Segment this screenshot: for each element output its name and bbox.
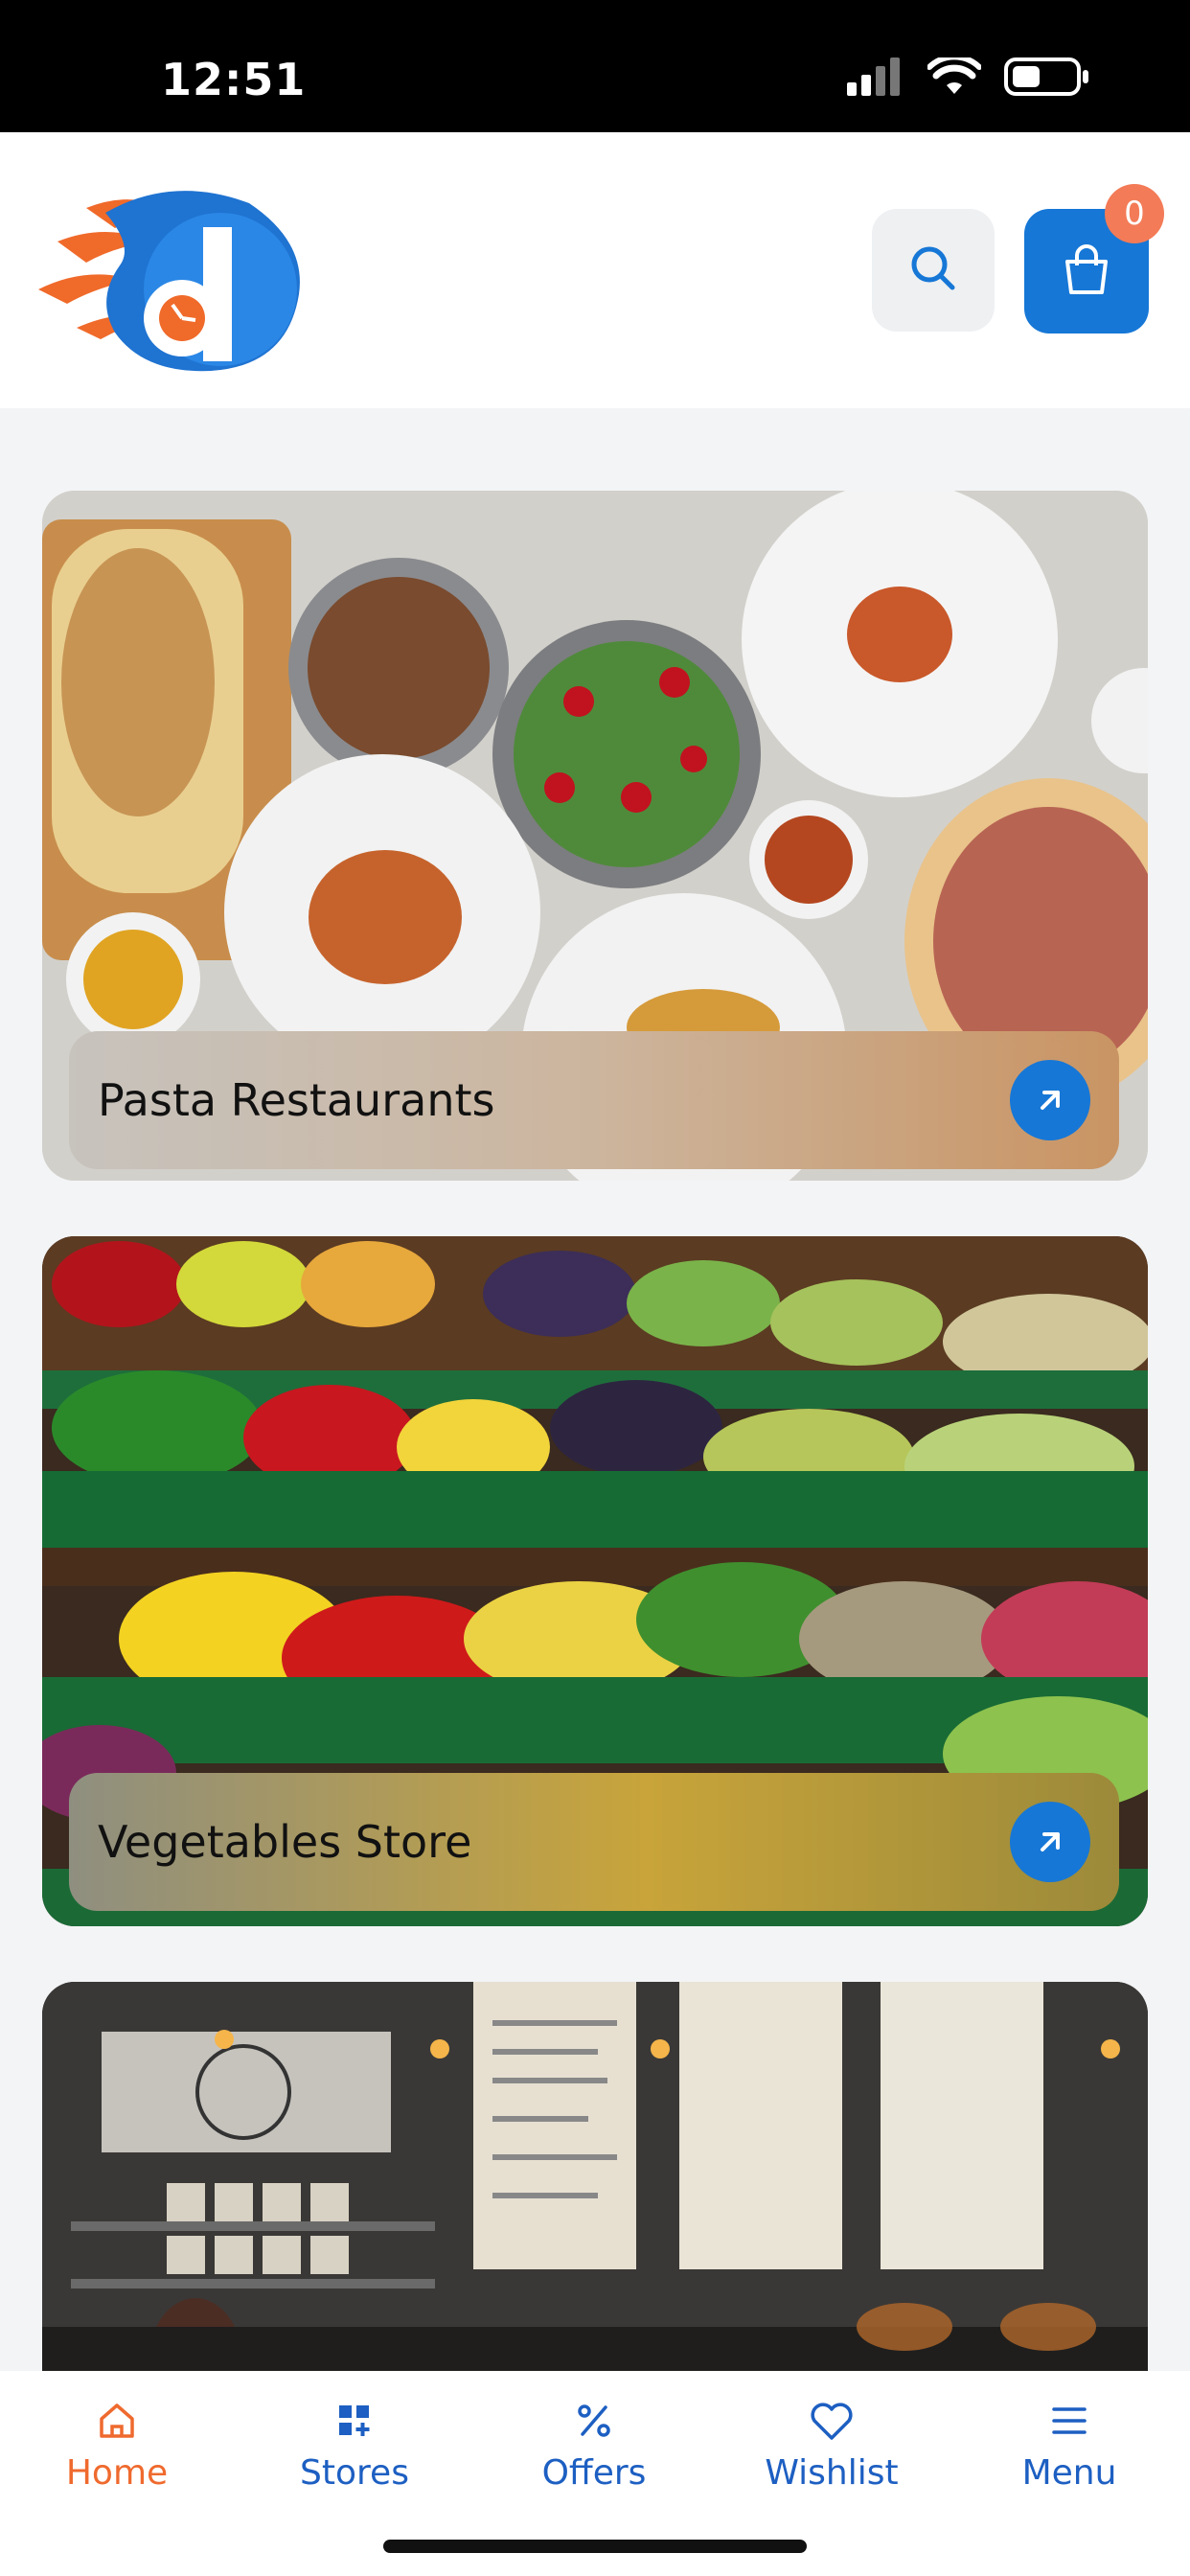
nav-item-home[interactable]: Home xyxy=(21,2400,213,2493)
wifi-icon xyxy=(927,54,982,100)
nav-item-offers[interactable]: Offers xyxy=(498,2400,690,2493)
search-icon xyxy=(906,242,960,299)
nav-label-wishlist: Wishlist xyxy=(765,2453,899,2493)
nav-item-wishlist[interactable]: Wishlist xyxy=(736,2400,927,2493)
category-card-cafe[interactable] xyxy=(42,1982,1148,2384)
card-title: Pasta Restaurants xyxy=(98,1074,495,1126)
home-indicator[interactable] xyxy=(383,2540,807,2553)
nav-item-stores[interactable]: Stores xyxy=(259,2400,450,2493)
heart-icon xyxy=(736,2400,927,2446)
status-time: 12:51 xyxy=(161,54,307,105)
card-title: Vegetables Store xyxy=(98,1816,472,1868)
battery-icon xyxy=(1004,56,1090,102)
arrow-up-right-icon[interactable] xyxy=(1010,1802,1090,1882)
nav-label-menu: Menu xyxy=(1021,2453,1117,2493)
shopping-bag-icon xyxy=(1058,241,1115,302)
nav-label-stores: Stores xyxy=(300,2453,409,2493)
cart-count-badge: 0 xyxy=(1105,184,1164,243)
home-icon xyxy=(21,2400,213,2446)
category-card-pasta[interactable]: Pasta Restaurants xyxy=(42,491,1148,1181)
hamburger-icon xyxy=(973,2400,1165,2446)
search-button[interactable] xyxy=(872,209,995,332)
cafe-image xyxy=(42,1982,1148,2384)
card-label-bar[interactable]: Vegetables Store xyxy=(69,1773,1119,1911)
percent-icon xyxy=(498,2400,690,2446)
status-icons xyxy=(847,54,1090,102)
brand-logo-icon[interactable] xyxy=(29,174,307,380)
arrow-up-right-icon[interactable] xyxy=(1010,1060,1090,1140)
nav-item-menu[interactable]: Menu xyxy=(973,2400,1165,2493)
grid-plus-icon xyxy=(259,2400,450,2446)
card-label-bar[interactable]: Pasta Restaurants xyxy=(69,1031,1119,1169)
signal-icon xyxy=(847,58,904,100)
nav-label-home: Home xyxy=(65,2453,169,2493)
category-card-vegetables[interactable]: Vegetables Store xyxy=(42,1236,1148,1926)
nav-label-offers: Offers xyxy=(541,2453,647,2493)
status-bar: 12:51 xyxy=(0,0,1190,132)
app-header: 0 xyxy=(0,132,1190,408)
